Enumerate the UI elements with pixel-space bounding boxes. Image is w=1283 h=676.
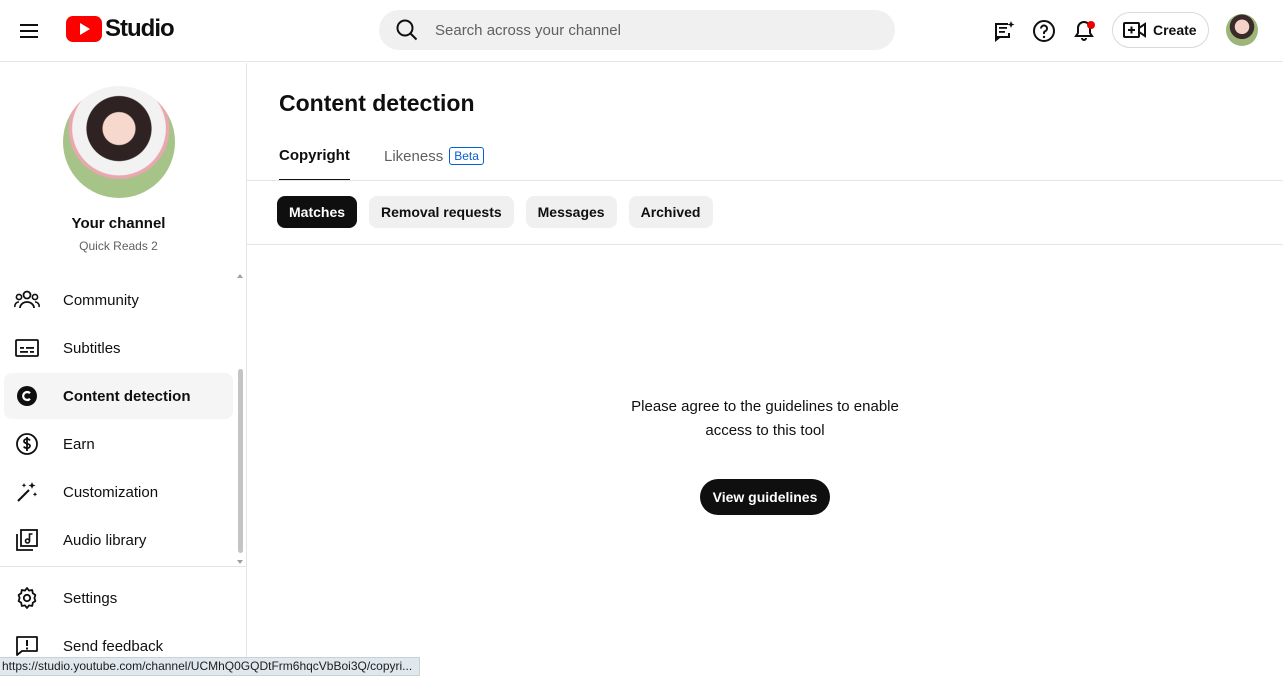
logo-text: Studio bbox=[105, 15, 175, 42]
dollar-icon bbox=[4, 432, 50, 456]
sidebar-item-label: Settings bbox=[63, 589, 118, 607]
comment-alert-icon[interactable] bbox=[984, 11, 1024, 51]
sidebar-item-settings[interactable]: Settings bbox=[4, 575, 233, 621]
sidebar-item-customization[interactable]: Customization bbox=[4, 469, 233, 515]
channel-title: Your channel bbox=[71, 215, 166, 232]
sidebar-item-label: Subtitles bbox=[63, 339, 121, 357]
chips-divider bbox=[247, 244, 1283, 245]
search-input[interactable] bbox=[435, 21, 875, 39]
tabs-divider bbox=[247, 180, 1283, 181]
notification-dot bbox=[1087, 21, 1095, 29]
studio-logo[interactable]: Studio bbox=[66, 15, 175, 43]
gear-icon bbox=[4, 586, 50, 610]
sidebar-item-audio-library[interactable]: Audio library bbox=[4, 517, 233, 563]
chip-matches[interactable]: Matches bbox=[277, 196, 358, 228]
tab-copyright[interactable]: Copyright bbox=[279, 147, 350, 181]
sidebar-divider bbox=[0, 566, 246, 567]
tab-likeness[interactable]: Likeness Beta bbox=[384, 147, 484, 181]
guidelines-message: Please agree to the guidelines to enable… bbox=[631, 398, 899, 439]
top-bar: Studio Create bbox=[0, 0, 1283, 62]
sidebar-item-label: Content detection bbox=[63, 387, 191, 405]
notifications-bell-icon[interactable] bbox=[1064, 11, 1104, 51]
video-add-icon bbox=[1123, 22, 1146, 38]
channel-avatar[interactable] bbox=[63, 86, 175, 198]
channel-name: Quick Reads 2 bbox=[79, 239, 158, 253]
help-icon[interactable] bbox=[1024, 11, 1064, 51]
account-avatar[interactable] bbox=[1226, 14, 1258, 46]
sidebar-item-community[interactable]: Community bbox=[4, 277, 233, 323]
chip-messages[interactable]: Messages bbox=[525, 196, 617, 228]
copyright-icon bbox=[4, 384, 50, 408]
community-icon bbox=[4, 288, 50, 312]
browser-status-url: https://studio.youtube.com/channel/UCMhQ… bbox=[0, 657, 420, 676]
sidebar-item-label: Send feedback bbox=[63, 637, 164, 655]
filter-chips: Matches Removal requests Messages Archiv… bbox=[277, 196, 713, 228]
sidebar-item-earn[interactable]: Earn bbox=[4, 421, 233, 467]
beta-badge: Beta bbox=[449, 147, 484, 165]
sidebar-scrollbar-thumb[interactable] bbox=[238, 369, 243, 553]
audio-library-icon bbox=[4, 528, 50, 552]
view-guidelines-button[interactable]: View guidelines bbox=[700, 479, 830, 515]
youtube-logo-icon bbox=[66, 16, 102, 42]
main-content: Content detection Copyright Likeness Beta… bbox=[247, 63, 1283, 676]
page-title: Content detection bbox=[279, 90, 475, 116]
magic-wand-icon bbox=[4, 480, 50, 504]
sidebar-item-label: Customization bbox=[63, 483, 159, 501]
sidebar-item-content-detection[interactable]: Content detection bbox=[4, 373, 233, 419]
create-button[interactable]: Create bbox=[1112, 12, 1209, 48]
search-icon[interactable] bbox=[379, 10, 435, 50]
sidebar-item-label: Audio library bbox=[63, 531, 147, 549]
menu-icon[interactable] bbox=[10, 11, 50, 51]
subtitles-icon bbox=[4, 338, 50, 358]
sidebar-item-label: Community bbox=[63, 291, 139, 309]
sidebar-item-subtitles[interactable]: Subtitles bbox=[4, 325, 233, 371]
chip-archived[interactable]: Archived bbox=[628, 196, 713, 228]
tab-label: Copyright bbox=[279, 147, 350, 164]
feedback-icon bbox=[4, 634, 50, 658]
chip-removal-requests[interactable]: Removal requests bbox=[369, 196, 514, 228]
tab-label: Likeness bbox=[384, 148, 444, 165]
sidebar-item-label: Earn bbox=[63, 435, 95, 453]
create-button-label: Create bbox=[1153, 22, 1197, 38]
search-bar[interactable] bbox=[379, 10, 895, 50]
sidebar: Your channel Quick Reads 2 Community Sub… bbox=[0, 63, 247, 676]
